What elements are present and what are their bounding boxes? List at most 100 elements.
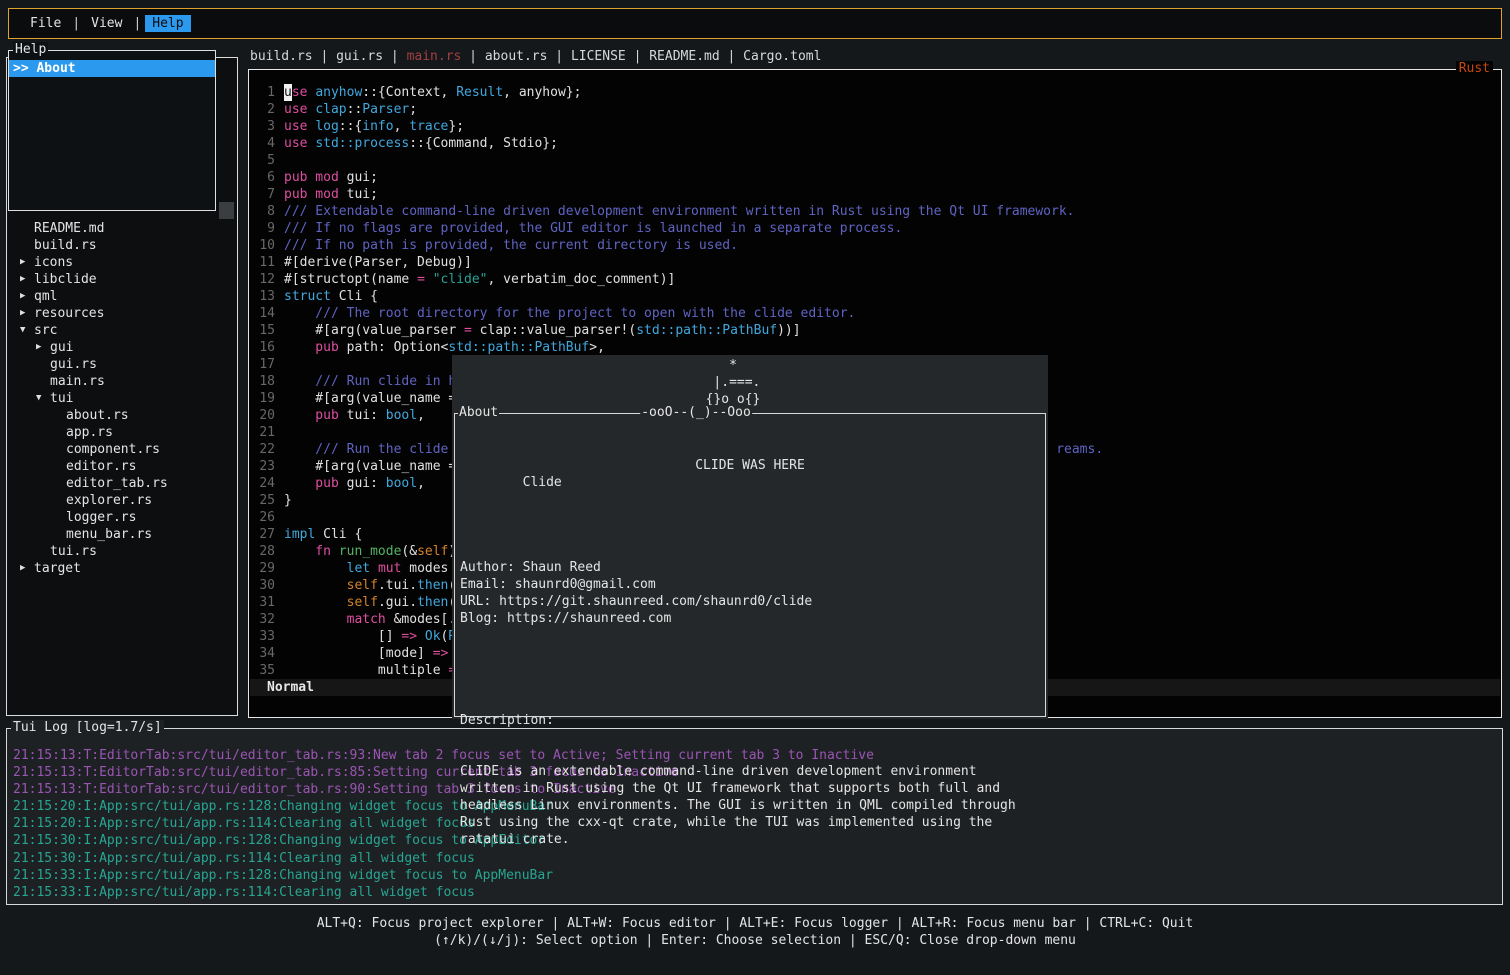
tree-item-label: about.rs bbox=[66, 407, 129, 424]
line-number: 21 bbox=[249, 424, 275, 441]
file-indent bbox=[52, 526, 66, 543]
code-line-15: 15 #[arg(value_parser = clap::value_pars… bbox=[249, 322, 1499, 339]
about-description-line: CLIDE is an extendable command-line driv… bbox=[460, 763, 1040, 780]
line-number: 29 bbox=[249, 560, 275, 577]
about-fields: Author: Shaun ReedEmail: shaunrd0@gmail.… bbox=[460, 559, 1040, 627]
line-number: 11 bbox=[249, 254, 275, 271]
line-number: 7 bbox=[249, 186, 275, 203]
tree-item-qml[interactable]: ▶qml bbox=[7, 288, 237, 305]
tree-item-logger-rs[interactable]: logger.rs bbox=[7, 509, 237, 526]
about-field: URL: https://git.shaunreed.com/shaunrd0/… bbox=[460, 593, 1040, 610]
tree-item-main-rs[interactable]: main.rs bbox=[7, 373, 237, 390]
line-number: 33 bbox=[249, 628, 275, 645]
code-line-16: 16 pub path: Option<std::path::PathBuf>, bbox=[249, 339, 1499, 356]
tree-item-label: tui bbox=[50, 390, 73, 407]
line-number: 17 bbox=[249, 356, 275, 373]
language-badge: Rust bbox=[1456, 61, 1493, 76]
tree-item-label: app.rs bbox=[66, 424, 113, 441]
line-number: 35 bbox=[249, 662, 275, 679]
help-dropdown-title: Help bbox=[13, 42, 48, 57]
tab-build-rs[interactable]: build.rs bbox=[250, 49, 313, 66]
explorer-scrollbar-thumb[interactable] bbox=[219, 202, 234, 219]
tab-separator: | bbox=[547, 49, 570, 66]
tree-item-about-rs[interactable]: about.rs bbox=[7, 407, 237, 424]
tree-item-explorer-rs[interactable]: explorer.rs bbox=[7, 492, 237, 509]
code-line-8: 8/// Extendable command-line driven deve… bbox=[249, 203, 1499, 220]
code-line-1: 1use anyhow::{Context, Result, anyhow}; bbox=[249, 84, 1499, 101]
tree-item-src[interactable]: ▼src bbox=[7, 322, 237, 339]
code-line-4: 4use std::process::{Command, Stdio}; bbox=[249, 135, 1499, 152]
keybinding-help-line-2: (↑/k)/(↓/j): Select option | Enter: Choo… bbox=[0, 933, 1510, 948]
tree-item-gui[interactable]: ▶gui bbox=[7, 339, 237, 356]
tree-item-tui[interactable]: ▼tui bbox=[7, 390, 237, 407]
menu-separator: | bbox=[68, 16, 84, 31]
code-line-12: 12#[structopt(name = "clide", verbatim_d… bbox=[249, 271, 1499, 288]
tree-item-tui-rs[interactable]: tui.rs bbox=[7, 543, 237, 560]
tree-item-label: README.md bbox=[34, 220, 104, 237]
line-number: 19 bbox=[249, 390, 275, 407]
tree-item-libclide[interactable]: ▶libclide bbox=[7, 271, 237, 288]
file-indent bbox=[52, 509, 66, 526]
tab-license[interactable]: LICENSE bbox=[571, 49, 626, 66]
about-banner: CLIDE WAS HERE bbox=[695, 457, 805, 474]
tree-item-label: menu_bar.rs bbox=[66, 526, 152, 543]
folder-closed-icon: ▶ bbox=[20, 271, 34, 288]
file-indent bbox=[36, 373, 50, 390]
tab-main-rs[interactable]: main.rs bbox=[407, 49, 462, 66]
tab-gui-rs[interactable]: gui.rs bbox=[336, 49, 383, 66]
folder-closed-icon: ▶ bbox=[20, 560, 34, 577]
tree-item-target[interactable]: ▶target bbox=[7, 560, 237, 577]
file-indent bbox=[52, 407, 66, 424]
tab-separator: | bbox=[383, 49, 406, 66]
line-number: 1 bbox=[249, 84, 275, 101]
tree-item-icons[interactable]: ▶icons bbox=[7, 254, 237, 271]
tree-item-label: logger.rs bbox=[66, 509, 136, 526]
line-number: 24 bbox=[249, 475, 275, 492]
ascii-art: * |.===. {}o o{} bbox=[706, 357, 761, 408]
line-number: 3 bbox=[249, 118, 275, 135]
tree-item-gui-rs[interactable]: gui.rs bbox=[7, 356, 237, 373]
line-number: 16 bbox=[249, 339, 275, 356]
tree-item-label: src bbox=[34, 322, 57, 339]
tree-item-editor-rs[interactable]: editor.rs bbox=[7, 458, 237, 475]
line-number: 4 bbox=[249, 135, 275, 152]
file-indent bbox=[52, 424, 66, 441]
tree-item-readme-md[interactable]: README.md bbox=[7, 220, 237, 237]
line-number: 23 bbox=[249, 458, 275, 475]
menu-item-about[interactable]: >> About bbox=[9, 60, 215, 77]
about-description-line: Rust using the cxx-qt crate, while the T… bbox=[460, 814, 1040, 831]
tab-separator: | bbox=[313, 49, 336, 66]
tree-item-build-rs[interactable]: build.rs bbox=[7, 237, 237, 254]
line-number: 9 bbox=[249, 220, 275, 237]
file-tree[interactable]: README.mdbuild.rs▶icons▶libclide▶qml▶res… bbox=[7, 220, 237, 577]
editor-tab-bar: build.rs | gui.rs | main.rs | about.rs |… bbox=[250, 49, 821, 66]
code-line-7: 7pub mod tui; bbox=[249, 186, 1499, 203]
menu-view[interactable]: View bbox=[84, 15, 129, 32]
menu-file[interactable]: File bbox=[23, 15, 68, 32]
file-indent bbox=[52, 475, 66, 492]
tree-item-label: icons bbox=[34, 254, 73, 271]
about-description-line: ratatui crate. bbox=[460, 831, 1040, 848]
tree-item-component-rs[interactable]: component.rs bbox=[7, 441, 237, 458]
menu-separator: | bbox=[129, 16, 145, 31]
line-number: 13 bbox=[249, 288, 275, 305]
tab-readme-md[interactable]: README.md bbox=[649, 49, 719, 66]
tree-item-label: target bbox=[34, 560, 81, 577]
tree-item-resources[interactable]: ▶resources bbox=[7, 305, 237, 322]
tab-cargo-toml[interactable]: Cargo.toml bbox=[743, 49, 821, 66]
menu-help[interactable]: Help bbox=[145, 15, 190, 32]
tree-item-editor-tab-rs[interactable]: editor_tab.rs bbox=[7, 475, 237, 492]
tree-item-menu-bar-rs[interactable]: menu_bar.rs bbox=[7, 526, 237, 543]
tab-about-rs[interactable]: about.rs bbox=[485, 49, 548, 66]
file-indent bbox=[52, 492, 66, 509]
tree-item-label: editor.rs bbox=[66, 458, 136, 475]
code-line-9: 9/// If no flags are provided, the GUI e… bbox=[249, 220, 1499, 237]
tree-item-app-rs[interactable]: app.rs bbox=[7, 424, 237, 441]
tab-separator: | bbox=[626, 49, 649, 66]
line-number: 2 bbox=[249, 101, 275, 118]
about-dialog-box: About -ooO--(_)--Ooo Clide CLIDE WAS HER… bbox=[454, 413, 1046, 717]
tui-log-title: Tui Log [log=1.7/s] bbox=[11, 720, 164, 735]
file-indent bbox=[36, 356, 50, 373]
line-number: 32 bbox=[249, 611, 275, 628]
code-line-10: 10/// If no path is provided, the curren… bbox=[249, 237, 1499, 254]
